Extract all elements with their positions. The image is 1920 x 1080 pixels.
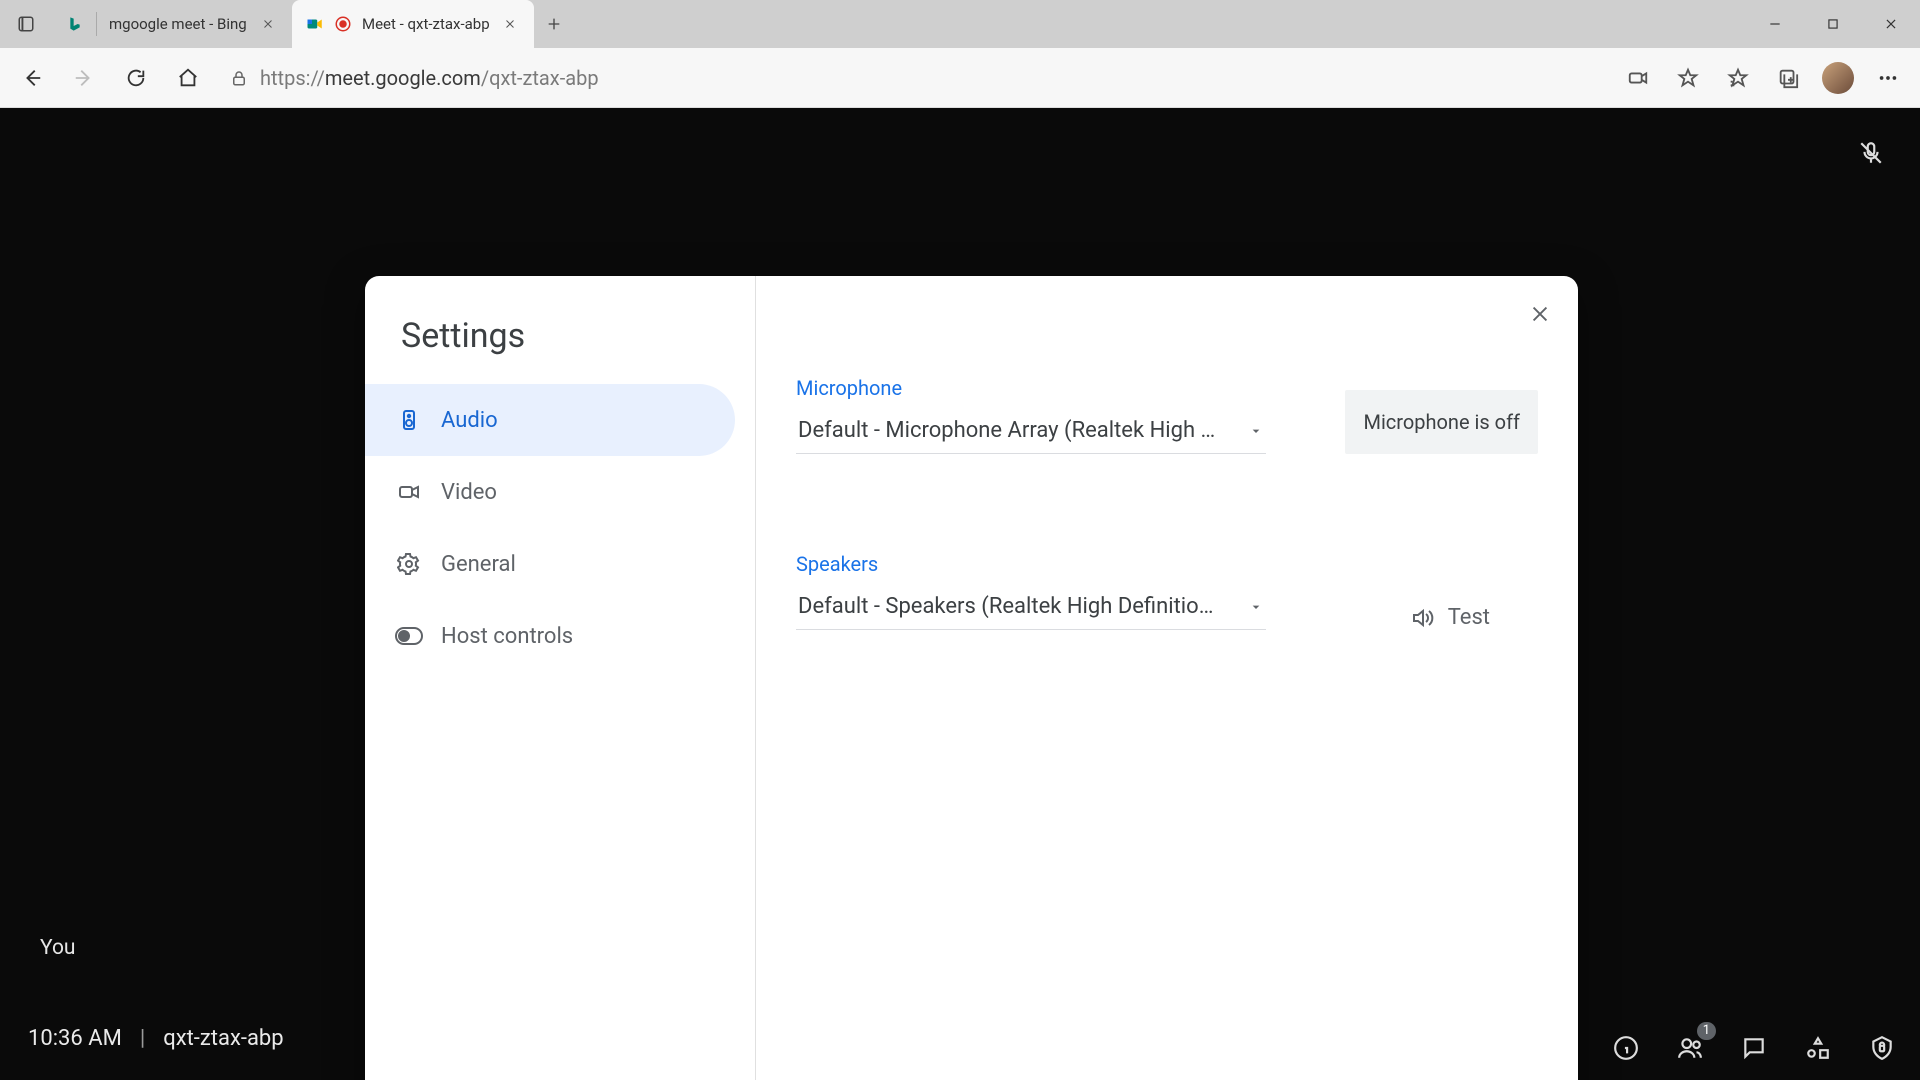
speaker-icon bbox=[395, 406, 423, 434]
dialog-close-button[interactable] bbox=[1520, 294, 1560, 334]
recording-indicator-icon bbox=[334, 15, 352, 33]
divider: | bbox=[140, 1026, 145, 1051]
favorites-list-icon[interactable] bbox=[1716, 56, 1760, 100]
favorite-star-icon[interactable] bbox=[1666, 56, 1710, 100]
browser-titlebar: mgoogle meet - Bing Meet - qxt-ztax-abp bbox=[0, 0, 1920, 48]
tab-meet[interactable]: Meet - qxt-ztax-abp bbox=[292, 0, 534, 48]
test-label: Test bbox=[1448, 605, 1490, 630]
nav-label: Audio bbox=[441, 408, 498, 433]
nav-label: Video bbox=[441, 480, 497, 505]
toggle-icon bbox=[395, 622, 423, 650]
tab-separator bbox=[96, 12, 97, 36]
nav-label: General bbox=[441, 552, 516, 577]
settings-dialog: Settings Audio Video General bbox=[365, 276, 1578, 1080]
window-maximize-button[interactable] bbox=[1804, 0, 1862, 48]
tab-title: mgoogle meet - Bing bbox=[109, 15, 248, 33]
speakers-selected-value: Default - Speakers (Realtek High Definit… bbox=[798, 594, 1213, 619]
people-count-badge: 1 bbox=[1697, 1022, 1716, 1040]
meeting-details-button[interactable] bbox=[1608, 1030, 1644, 1066]
volume-icon bbox=[1410, 606, 1434, 630]
meeting-info: 10:36 AM | qxt-ztax-abp bbox=[28, 1026, 284, 1051]
window-close-button[interactable] bbox=[1862, 0, 1920, 48]
camera-permission-icon[interactable] bbox=[1616, 56, 1660, 100]
microphone-selected-value: Default - Microphone Array (Realtek High… bbox=[798, 418, 1215, 443]
nav-back-button[interactable] bbox=[10, 56, 54, 100]
activities-button[interactable] bbox=[1800, 1030, 1836, 1066]
microphone-status: Microphone is off bbox=[1345, 390, 1538, 454]
browser-toolbar: https://meet.google.com/qxt-ztax-abp bbox=[0, 48, 1920, 108]
nav-refresh-button[interactable] bbox=[114, 56, 158, 100]
profile-avatar[interactable] bbox=[1816, 56, 1860, 100]
microphone-select[interactable]: Default - Microphone Array (Realtek High… bbox=[796, 410, 1266, 454]
chevron-down-icon bbox=[1248, 599, 1264, 615]
chat-panel-button[interactable] bbox=[1736, 1030, 1772, 1066]
tab-title: Meet - qxt-ztax-abp bbox=[362, 15, 490, 33]
host-controls-button[interactable] bbox=[1864, 1030, 1900, 1066]
settings-nav-audio[interactable]: Audio bbox=[365, 384, 735, 456]
window-controls bbox=[1746, 0, 1920, 48]
self-video-label: You bbox=[40, 936, 76, 960]
test-speakers-button[interactable]: Test bbox=[1410, 605, 1538, 630]
bing-favicon-icon bbox=[66, 15, 84, 33]
close-tab-icon[interactable] bbox=[258, 14, 278, 34]
lock-icon bbox=[230, 69, 248, 87]
video-icon bbox=[395, 478, 423, 506]
meet-right-controls: 1 bbox=[1608, 1030, 1900, 1066]
chevron-down-icon bbox=[1248, 423, 1264, 439]
nav-forward-button[interactable] bbox=[62, 56, 106, 100]
speakers-select[interactable]: Default - Speakers (Realtek High Definit… bbox=[796, 586, 1266, 630]
settings-nav-general[interactable]: General bbox=[365, 528, 735, 600]
tab-actions-icon[interactable] bbox=[8, 6, 44, 42]
collections-icon[interactable] bbox=[1766, 56, 1810, 100]
nav-home-button[interactable] bbox=[166, 56, 210, 100]
address-bar[interactable]: https://meet.google.com/qxt-ztax-abp bbox=[218, 56, 1608, 100]
meeting-code-text: qxt-ztax-abp bbox=[163, 1026, 283, 1051]
speakers-section-label: Speakers bbox=[796, 552, 1266, 576]
url-text: https://meet.google.com/qxt-ztax-abp bbox=[260, 66, 599, 90]
settings-content: Microphone Default - Microphone Array (R… bbox=[756, 276, 1578, 1080]
settings-nav-video[interactable]: Video bbox=[365, 456, 735, 528]
people-panel-button[interactable]: 1 bbox=[1672, 1030, 1708, 1066]
microphone-section-label: Microphone bbox=[796, 376, 1266, 400]
browser-menu-button[interactable] bbox=[1866, 56, 1910, 100]
nav-label: Host controls bbox=[441, 624, 573, 649]
close-tab-icon[interactable] bbox=[500, 14, 520, 34]
settings-title: Settings bbox=[365, 306, 755, 384]
meet-favicon-icon bbox=[306, 15, 324, 33]
meet-page: You 10:36 AM | qxt-ztax-abp 1 bbox=[0, 108, 1920, 1080]
new-tab-button[interactable] bbox=[534, 0, 574, 48]
mic-muted-overlay-icon bbox=[1858, 140, 1884, 166]
clock-text: 10:36 AM bbox=[28, 1026, 122, 1051]
settings-nav-host-controls[interactable]: Host controls bbox=[365, 600, 735, 672]
tab-bing[interactable]: mgoogle meet - Bing bbox=[52, 0, 292, 48]
settings-sidebar: Settings Audio Video General bbox=[365, 276, 755, 1080]
window-minimize-button[interactable] bbox=[1746, 0, 1804, 48]
gear-icon bbox=[395, 550, 423, 578]
